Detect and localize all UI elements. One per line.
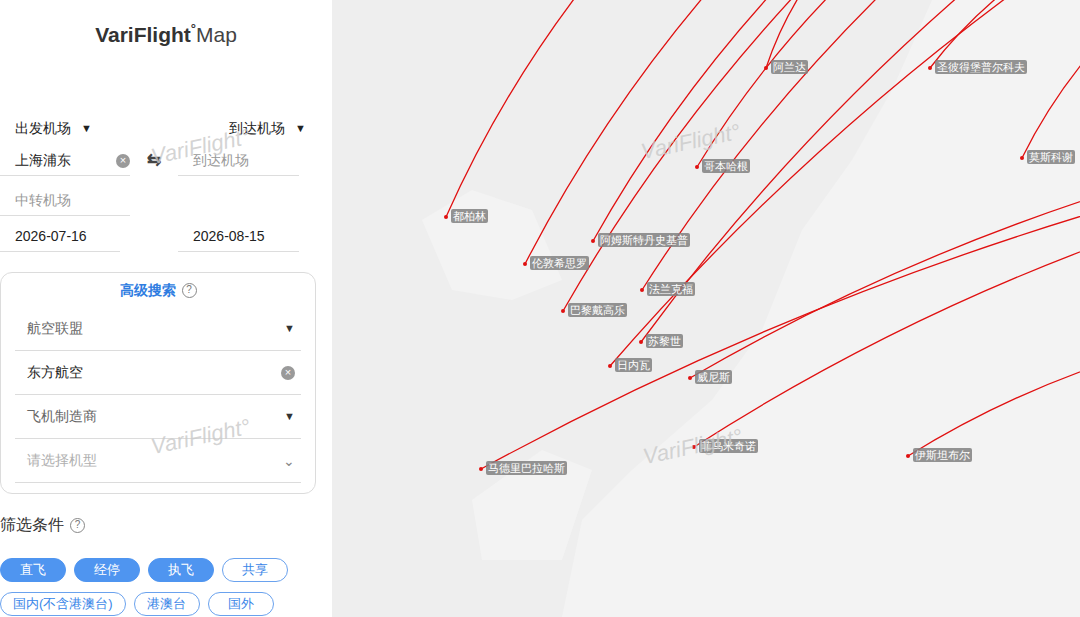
- caret-icon[interactable]: ▼: [284, 408, 295, 425]
- airport-dot[interactable]: [444, 215, 448, 219]
- city-label[interactable]: 巴黎戴高乐: [568, 303, 627, 317]
- city-label[interactable]: 苏黎世: [646, 334, 683, 348]
- search-panel: VariFlight ° Map 出发机场 ▼ 到达机场 ▼ 上海浦东 × ⇆: [0, 0, 332, 617]
- chevron-icon[interactable]: ⌄: [283, 454, 295, 468]
- route-line[interactable]: [641, 0, 960, 342]
- city-label[interactable]: 马德里巴拉哈斯: [486, 461, 567, 475]
- route-line[interactable]: [697, 0, 830, 167]
- logo-product: Map: [196, 22, 237, 48]
- departure-input[interactable]: 上海浦东 ×: [0, 146, 130, 176]
- route-line[interactable]: [1022, 60, 1080, 158]
- watermark: VariFlight°: [148, 410, 254, 463]
- date-to-input[interactable]: 2026-08-15: [178, 222, 299, 252]
- airport-dot[interactable]: [692, 445, 696, 449]
- city-label[interactable]: 威尼斯: [695, 370, 732, 384]
- caret-icon[interactable]: ▼: [284, 320, 295, 337]
- logo-mark: °: [191, 22, 196, 36]
- airport-dot[interactable]: [695, 165, 699, 169]
- logo-brand: VariFlight: [95, 22, 191, 48]
- city-label[interactable]: 日内瓦: [615, 358, 652, 372]
- filter-chip[interactable]: 国外: [208, 592, 274, 616]
- filter-chip[interactable]: 港澳台: [134, 592, 200, 616]
- watermark: VariFlight°: [148, 120, 254, 173]
- help-icon[interactable]: ?: [182, 283, 197, 298]
- advanced-field[interactable]: 航空联盟▼: [15, 307, 301, 351]
- airport-dot[interactable]: [639, 340, 643, 344]
- filter-chip[interactable]: 国内(不含港澳台): [0, 592, 126, 616]
- route-line[interactable]: [908, 370, 1080, 456]
- watermark: VariFlight°: [640, 420, 746, 473]
- transit-input[interactable]: 中转机场: [0, 186, 130, 216]
- advanced-search: 高级搜索 ? 航空联盟▼东方航空×飞机制造商▼请选择机型⌄: [0, 272, 316, 494]
- airport-dot[interactable]: [561, 309, 565, 313]
- route-line[interactable]: [690, 200, 1080, 378]
- airport-dot[interactable]: [928, 66, 932, 70]
- city-label[interactable]: 圣彼得堡普尔科夫: [935, 60, 1027, 74]
- city-label[interactable]: 都柏林: [451, 209, 488, 223]
- filters-title: 筛选条件: [0, 513, 64, 537]
- swap-icon[interactable]: ⇆: [147, 148, 161, 174]
- route-line[interactable]: [563, 0, 795, 311]
- city-label[interactable]: 伊斯坦布尔: [913, 448, 972, 462]
- filter-chip[interactable]: 直飞: [0, 558, 66, 582]
- airport-dot[interactable]: [640, 288, 644, 292]
- filter-chip[interactable]: 共享: [222, 558, 288, 582]
- airport-dot[interactable]: [688, 376, 692, 380]
- airport-dot[interactable]: [608, 364, 612, 368]
- clear-icon[interactable]: ×: [281, 366, 295, 380]
- city-label[interactable]: 莫斯科谢: [1027, 150, 1075, 164]
- route-line[interactable]: [481, 215, 1080, 469]
- advanced-field[interactable]: 请选择机型⌄: [15, 439, 301, 483]
- route-line[interactable]: [593, 0, 770, 241]
- advanced-field[interactable]: 东方航空×: [15, 351, 301, 395]
- departure-label[interactable]: 出发机场 ▼: [15, 118, 92, 139]
- airport-dot[interactable]: [479, 467, 483, 471]
- city-label[interactable]: 阿姆斯特丹史基普: [598, 233, 690, 247]
- city-label[interactable]: 伦敦希思罗: [530, 256, 589, 270]
- advanced-field[interactable]: 飞机制造商▼: [15, 395, 301, 439]
- filter-chip[interactable]: 执飞: [148, 558, 214, 582]
- clear-icon[interactable]: ×: [116, 154, 130, 168]
- route-line[interactable]: [610, 0, 1010, 366]
- city-label[interactable]: 菲乌米奇诺: [699, 439, 758, 453]
- city-label[interactable]: 哥本哈根: [702, 159, 750, 173]
- logo[interactable]: VariFlight ° Map: [95, 22, 237, 48]
- route-line[interactable]: [694, 250, 1080, 447]
- route-line[interactable]: [446, 0, 577, 217]
- watermark: VariFlight°: [638, 115, 744, 168]
- city-label[interactable]: 阿兰达: [771, 60, 808, 74]
- route-line[interactable]: [525, 0, 705, 264]
- airport-dot[interactable]: [906, 454, 910, 458]
- route-map[interactable]: 都柏林伦敦希思罗阿姆斯特丹史基普 哥本哈根 阿兰达 圣彼得堡普尔科夫莫斯科谢巴黎戴高乐…: [332, 0, 1080, 617]
- route-line[interactable]: [766, 0, 800, 68]
- airport-dot[interactable]: [591, 239, 595, 243]
- arrival-input[interactable]: 到达机场: [178, 146, 299, 176]
- date-from-input[interactable]: 2026-07-16: [0, 222, 120, 252]
- help-icon[interactable]: ?: [70, 518, 85, 533]
- filter-chip[interactable]: 经停: [74, 558, 140, 582]
- airport-dot[interactable]: [764, 66, 768, 70]
- city-label[interactable]: 法兰克福: [647, 282, 695, 296]
- arrival-label[interactable]: 到达机场 ▼: [229, 118, 306, 139]
- airport-dot[interactable]: [523, 262, 527, 266]
- advanced-title[interactable]: 高级搜索: [120, 280, 176, 301]
- airport-dot[interactable]: [1020, 156, 1024, 160]
